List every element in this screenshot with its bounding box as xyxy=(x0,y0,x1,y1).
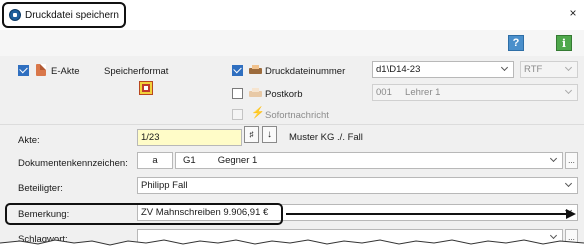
title-bar: Druckdatei speichern × xyxy=(0,0,584,30)
chevron-down-icon xyxy=(501,65,509,73)
beteiligter-select[interactable]: Philipp Fall xyxy=(137,177,578,194)
akte-label: Akte: xyxy=(18,135,40,146)
window-title: Druckdatei speichern xyxy=(25,9,119,21)
postkorb-icon xyxy=(249,88,262,98)
window-title-frame: Druckdatei speichern xyxy=(2,2,126,28)
druckdateinummer-value: d1\D14-23 xyxy=(376,64,421,75)
postkorb-label: Postkorb xyxy=(265,89,303,100)
akte-input[interactable]: 1/23 xyxy=(137,129,242,146)
divider xyxy=(0,124,584,125)
druckdateinummer-checkbox[interactable] xyxy=(232,65,243,76)
format-value: RTF xyxy=(524,64,543,75)
chevron-down-icon xyxy=(565,88,573,96)
chevron-down-icon xyxy=(565,65,573,73)
eakte-label: E-Akte xyxy=(51,66,80,77)
dokumentenkennzeichen-label: Dokumentenkennzeichen: xyxy=(18,158,128,169)
dk-party-select[interactable]: G1 Gegner 1 xyxy=(175,152,563,169)
akte-download-button[interactable]: ↓ xyxy=(262,126,277,143)
akte-lookup-icon: ♯ xyxy=(249,130,254,139)
help-toolbar: ? i xyxy=(0,30,584,56)
pdf-format-icon[interactable] xyxy=(139,81,153,95)
dk-code-value: a xyxy=(152,155,158,166)
dk-code-input[interactable]: a xyxy=(137,152,173,169)
eakte-document-icon xyxy=(36,64,46,76)
akte-value: 1/23 xyxy=(141,132,160,143)
arrow-right-icon xyxy=(566,209,576,219)
postkorb-checkbox[interactable] xyxy=(232,88,243,99)
dk-party-code: G1 xyxy=(183,155,196,166)
dk-more-button[interactable]: ... xyxy=(565,152,578,169)
app-icon xyxy=(9,9,21,21)
beteiligter-value: Philipp Fall xyxy=(141,180,188,191)
close-button[interactable]: × xyxy=(566,6,580,20)
printer-icon xyxy=(249,65,262,75)
sofortnachricht-label: Sofortnachricht xyxy=(265,110,329,121)
beteiligter-label: Beteiligter: xyxy=(18,183,63,194)
torn-edge xyxy=(0,239,584,248)
arrow-down-icon: ↓ xyxy=(267,129,272,140)
lightning-icon: ⚡ xyxy=(251,107,265,119)
akte-caption: Muster KG ./. Fall xyxy=(289,132,363,143)
annotation-arrow-line xyxy=(286,213,568,215)
druckdateinummer-label: Druckdateinummer xyxy=(265,66,346,77)
druckdateinummer-select[interactable]: d1\D14-23 xyxy=(372,61,514,78)
help-button[interactable]: ? xyxy=(508,35,524,51)
dk-party-name: Gegner 1 xyxy=(217,155,258,166)
chevron-down-icon xyxy=(565,181,573,189)
sofortnachricht-checkbox[interactable] xyxy=(232,109,243,120)
akte-lookup-button[interactable]: ♯ xyxy=(244,126,259,143)
speicherformat-label: Speicherformat xyxy=(104,66,169,77)
postkorb-select[interactable]: 001 Lehrer 1 xyxy=(372,84,578,101)
info-button[interactable]: i xyxy=(556,35,572,51)
postkorb-value: 001 Lehrer 1 xyxy=(376,87,441,98)
chevron-down-icon xyxy=(550,156,558,164)
format-select[interactable]: RTF xyxy=(520,61,578,78)
eakte-checkbox[interactable] xyxy=(18,65,29,76)
bemerkung-highlight-frame xyxy=(5,203,283,225)
